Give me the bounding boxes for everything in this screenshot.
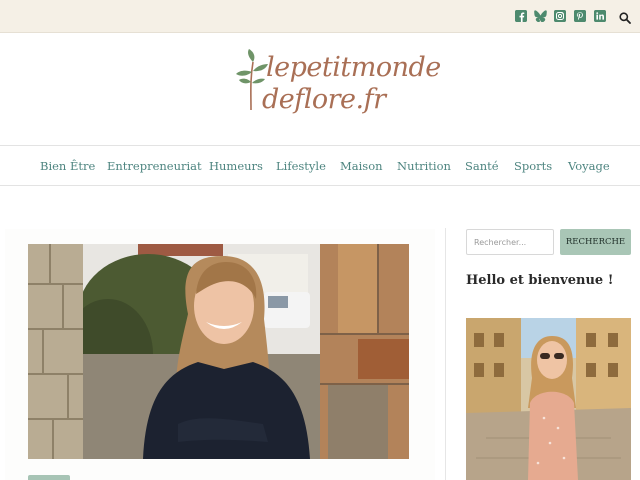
nav-item-humeurs[interactable]: Humeurs: [209, 159, 263, 173]
search-icon[interactable]: [619, 9, 631, 24]
nav-item-bien-etre[interactable]: Bien Être: [40, 159, 95, 173]
nav-item-lifestyle[interactable]: Lifestyle: [276, 159, 326, 173]
bluesky-icon[interactable]: [534, 10, 547, 22]
nav-item-voyage[interactable]: Voyage: [568, 159, 610, 173]
linkedin-icon[interactable]: [594, 10, 606, 22]
category-tag[interactable]: [28, 475, 70, 480]
nav-item-sante[interactable]: Santé: [465, 159, 499, 173]
logo-text-line1: lepetitmonde: [266, 52, 441, 83]
search-input[interactable]: Rechercher...: [466, 229, 554, 255]
nav-item-maison[interactable]: Maison: [340, 159, 383, 173]
pinterest-icon[interactable]: [574, 10, 586, 22]
facebook-icon[interactable]: [515, 10, 527, 22]
welcome-title: Hello et bienvenue !: [466, 273, 614, 288]
search-button[interactable]: RECHERCHE: [560, 229, 631, 255]
column-divider: [445, 228, 446, 480]
instagram-icon[interactable]: [554, 10, 566, 22]
logo-text-line2: deflore.fr: [262, 84, 386, 115]
article-image[interactable]: [28, 244, 409, 459]
welcome-image: [466, 318, 631, 480]
nav-item-nutrition[interactable]: Nutrition: [397, 159, 451, 173]
nav-item-entrepreneuriat[interactable]: Entrepreneuriat: [107, 159, 202, 173]
nav-item-sports[interactable]: Sports: [514, 159, 552, 173]
main-nav: Bien Être Entrepreneuriat Humeurs Lifest…: [0, 146, 640, 186]
top-bar: [0, 0, 640, 33]
